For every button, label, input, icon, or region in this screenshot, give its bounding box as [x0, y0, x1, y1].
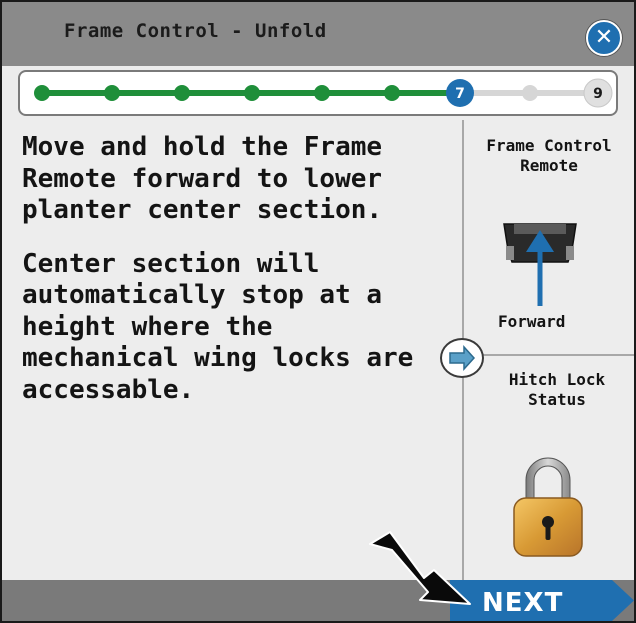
- progress-step-dot: [174, 85, 190, 101]
- frame-control-screen: Frame Control - Unfold ✕ 7 9 Move and ho…: [0, 0, 636, 623]
- padlock-icon: [513, 457, 583, 557]
- progress-step-dot-pending: [522, 85, 538, 101]
- close-icon: ✕: [594, 25, 614, 50]
- right-arrow-icon: [449, 345, 476, 371]
- title-bar: Frame Control - Unfold ✕: [2, 2, 634, 66]
- progress-track: 7 9: [34, 78, 613, 108]
- remote-panel-title: Frame Control Remote: [486, 136, 612, 175]
- progress-step-dot: [34, 85, 50, 101]
- remote-direction-label: Forward: [498, 312, 566, 331]
- instruction-paragraph-2: Center section will automatically stop a…: [22, 248, 414, 405]
- side-panel-separator: [464, 354, 634, 356]
- screen-title: Frame Control - Unfold: [64, 20, 327, 42]
- progress-step-dot: [104, 85, 120, 101]
- next-panel-arrow-button[interactable]: [440, 338, 484, 378]
- progress-step-dot: [314, 85, 330, 101]
- instruction-paragraph-1: Move and hold the Frame Remote forward t…: [22, 132, 383, 225]
- progress-total-step-label: 9: [593, 86, 603, 102]
- progress-current-step-label: 7: [455, 86, 465, 102]
- hitch-panel-title: Hitch Lock Status: [508, 370, 606, 409]
- frame-remote-icon: [503, 223, 577, 306]
- step-progress-bar: 7 9: [18, 70, 618, 116]
- next-button-label: NEXT: [482, 588, 564, 618]
- instruction-text: Move and hold the Frame Remote forward t…: [22, 132, 442, 406]
- pointer-arrow-icon: [369, 531, 471, 605]
- progress-step-dot: [244, 85, 260, 101]
- instruction-area: Move and hold the Frame Remote forward t…: [2, 120, 634, 580]
- progress-step-dot: [384, 85, 400, 101]
- close-button[interactable]: ✕: [586, 20, 622, 56]
